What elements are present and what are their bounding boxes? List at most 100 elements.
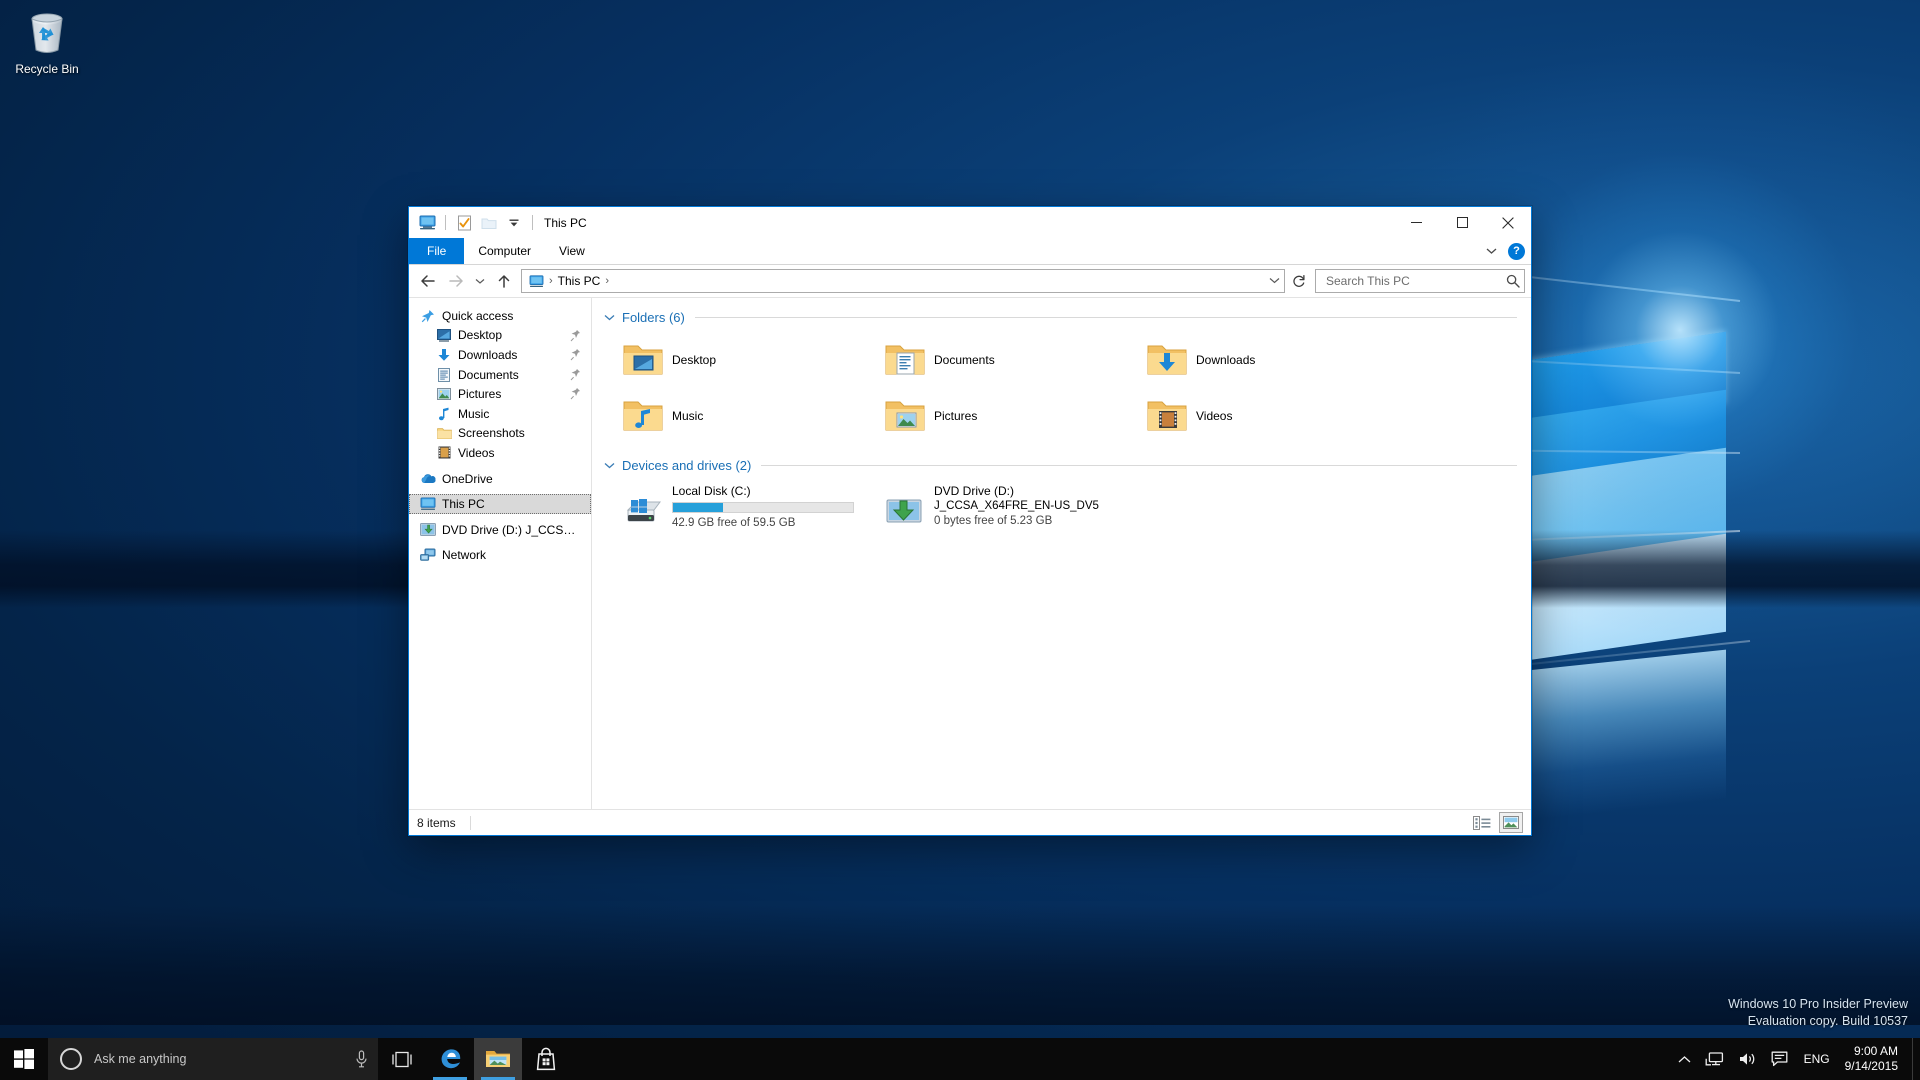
chevron-down-icon[interactable]	[1482, 242, 1500, 260]
clock[interactable]: 9:00 AM 9/14/2015	[1839, 1038, 1912, 1080]
language-indicator[interactable]: ENG	[1795, 1052, 1839, 1066]
properties-icon[interactable]	[454, 213, 474, 233]
show-desktop-button[interactable]	[1912, 1038, 1920, 1080]
breadcrumb-item-this-pc[interactable]: This PC	[558, 274, 601, 288]
cortana-placeholder: Ask me anything	[94, 1052, 187, 1066]
sidebar-label: Documents	[458, 367, 519, 382]
sidebar-item-downloads[interactable]: Downloads	[409, 345, 591, 365]
taskbar[interactable]: Ask me anything ENG 9:00 AM 9/14/2015	[0, 1038, 1920, 1080]
start-button[interactable]	[0, 1038, 48, 1080]
sidebar-item-quick-access[interactable]: Quick access	[409, 306, 591, 326]
group-header-devices[interactable]: Devices and drives (2)	[602, 454, 1531, 476]
address-dropdown-button[interactable]	[1269, 270, 1280, 290]
tab-view[interactable]: View	[545, 238, 599, 264]
maximize-button[interactable]	[1439, 207, 1485, 238]
group-header-folders[interactable]: Folders (6)	[602, 306, 1531, 328]
breadcrumb-separator-2[interactable]: ›	[604, 275, 610, 287]
folder-tile-downloads[interactable]: Downloads	[1126, 332, 1388, 388]
customize-qat-chevron-icon[interactable]	[504, 213, 524, 233]
videos-icon	[435, 446, 453, 459]
title-bar[interactable]: This PC	[409, 207, 1531, 238]
minimize-button[interactable]	[1393, 207, 1439, 238]
view-mode-buttons[interactable]	[1471, 810, 1523, 835]
chevron-down-icon[interactable]	[602, 314, 616, 321]
pin-icon[interactable]	[570, 348, 581, 364]
sidebar-item-music[interactable]: Music	[409, 404, 591, 424]
devices-grid[interactable]: Local Disk (C:) 42.9 GB free of 59.5 GB	[602, 482, 1531, 536]
tab-file-label: File	[427, 244, 447, 258]
clock-date: 9/14/2015	[1844, 1059, 1898, 1073]
pin-icon[interactable]	[570, 387, 581, 403]
folder-tile-pictures[interactable]: Pictures	[864, 388, 1126, 444]
up-button[interactable]	[491, 268, 517, 294]
system-tray[interactable]: ENG 9:00 AM 9/14/2015	[1671, 1038, 1920, 1080]
sidebar-item-dvd-drive[interactable]: DVD Drive (D:) J_CCS…	[409, 520, 591, 540]
group-title-devices: Devices and drives (2)	[622, 457, 752, 473]
address-bar[interactable]: › This PC ›	[521, 269, 1285, 293]
pin-icon[interactable]	[570, 368, 581, 384]
search-icon	[1506, 274, 1520, 288]
back-button[interactable]	[415, 268, 441, 294]
folder-tile-documents[interactable]: Documents	[864, 332, 1126, 388]
folder-tile-desktop[interactable]: Desktop	[602, 332, 864, 388]
group-title-folders: Folders (6)	[622, 309, 685, 325]
details-view-icon[interactable]	[1471, 813, 1493, 832]
network-tray-icon[interactable]	[1698, 1038, 1731, 1080]
sidebar-item-onedrive[interactable]: OneDrive	[409, 469, 591, 489]
microphone-icon[interactable]	[350, 1050, 372, 1068]
quick-access-toolbar[interactable]	[409, 207, 536, 238]
search-box[interactable]	[1315, 269, 1525, 293]
pin-icon[interactable]	[570, 329, 581, 345]
folder-tile-label: Videos	[1196, 409, 1233, 423]
new-folder-icon[interactable]	[479, 213, 499, 233]
tab-computer-label: Computer	[478, 244, 532, 258]
sidebar-item-videos[interactable]: Videos	[409, 443, 591, 463]
drive-free-space: 42.9 GB free of 59.5 GB	[672, 517, 796, 529]
file-explorer-window[interactable]: This PC File Computer View ? › This PC ›…	[408, 206, 1532, 836]
breadcrumb[interactable]: › This PC ›	[526, 271, 613, 291]
tab-view-label: View	[559, 244, 585, 258]
sidebar-item-this-pc[interactable]: This PC	[409, 494, 591, 514]
recent-locations-button[interactable]	[471, 268, 489, 294]
close-button[interactable]	[1485, 207, 1531, 238]
sidebar-item-documents[interactable]: Documents	[409, 365, 591, 385]
window-controls[interactable]	[1393, 207, 1531, 238]
help-button[interactable]: ?	[1508, 242, 1525, 260]
breadcrumb-separator-1[interactable]: ›	[548, 275, 554, 287]
sidebar-item-pictures[interactable]: Pictures	[409, 384, 591, 404]
tab-file[interactable]: File	[409, 238, 465, 264]
desktop-icon-recycle-bin[interactable]: Recycle Bin	[8, 8, 86, 76]
folder-tile-music[interactable]: Music	[602, 388, 864, 444]
sidebar-item-desktop[interactable]: Desktop	[409, 326, 591, 346]
ribbon-tab-bar[interactable]: File Computer View ?	[409, 238, 1531, 265]
drive-item-local-disk-c[interactable]: Local Disk (C:) 42.9 GB free of 59.5 GB	[602, 482, 864, 536]
drive-item-dvd-drive-d[interactable]: DVD Drive (D:) J_CCSA_X64FRE_EN-US_DV5 0…	[864, 482, 1126, 536]
action-center-icon[interactable]	[1764, 1038, 1795, 1080]
volume-icon[interactable]	[1731, 1038, 1764, 1080]
sidebar-item-screenshots[interactable]: Screenshots	[409, 424, 591, 444]
navigation-bar[interactable]: › This PC ›	[409, 265, 1531, 297]
music-icon	[435, 407, 453, 421]
search-input[interactable]	[1324, 273, 1506, 289]
refresh-button[interactable]	[1287, 268, 1311, 294]
file-explorer-button[interactable]	[474, 1038, 522, 1080]
large-icons-view-icon[interactable]	[1499, 812, 1523, 833]
show-hidden-icons-button[interactable]	[1671, 1038, 1698, 1080]
cortana-search-box[interactable]: Ask me anything	[48, 1038, 378, 1080]
recycle-bin-label: Recycle Bin	[15, 62, 79, 76]
edge-button[interactable]	[426, 1038, 474, 1080]
folder-tile-videos[interactable]: Videos	[1126, 388, 1388, 444]
this-pc-icon[interactable]	[417, 213, 437, 233]
navigation-pane[interactable]: Quick access Desktop Downloads Documents…	[409, 298, 592, 809]
chevron-down-icon[interactable]	[602, 462, 616, 469]
folders-tile-grid[interactable]: Desktop Documents Downloads Music Pictur…	[602, 332, 1531, 444]
store-button[interactable]	[522, 1038, 570, 1080]
desktop[interactable]: Recycle Bin Windows 10 Pro Insider Previ…	[0, 0, 1920, 1080]
sidebar-item-network[interactable]: Network	[409, 546, 591, 566]
tab-computer[interactable]: Computer	[464, 238, 545, 264]
content-pane[interactable]: Folders (6) Desktop Documents Downloads …	[592, 298, 1531, 809]
hard-drive-icon	[620, 488, 666, 534]
task-view-button[interactable]	[378, 1038, 426, 1080]
this-pc-icon	[529, 274, 544, 287]
sidebar-label: Network	[442, 548, 487, 563]
